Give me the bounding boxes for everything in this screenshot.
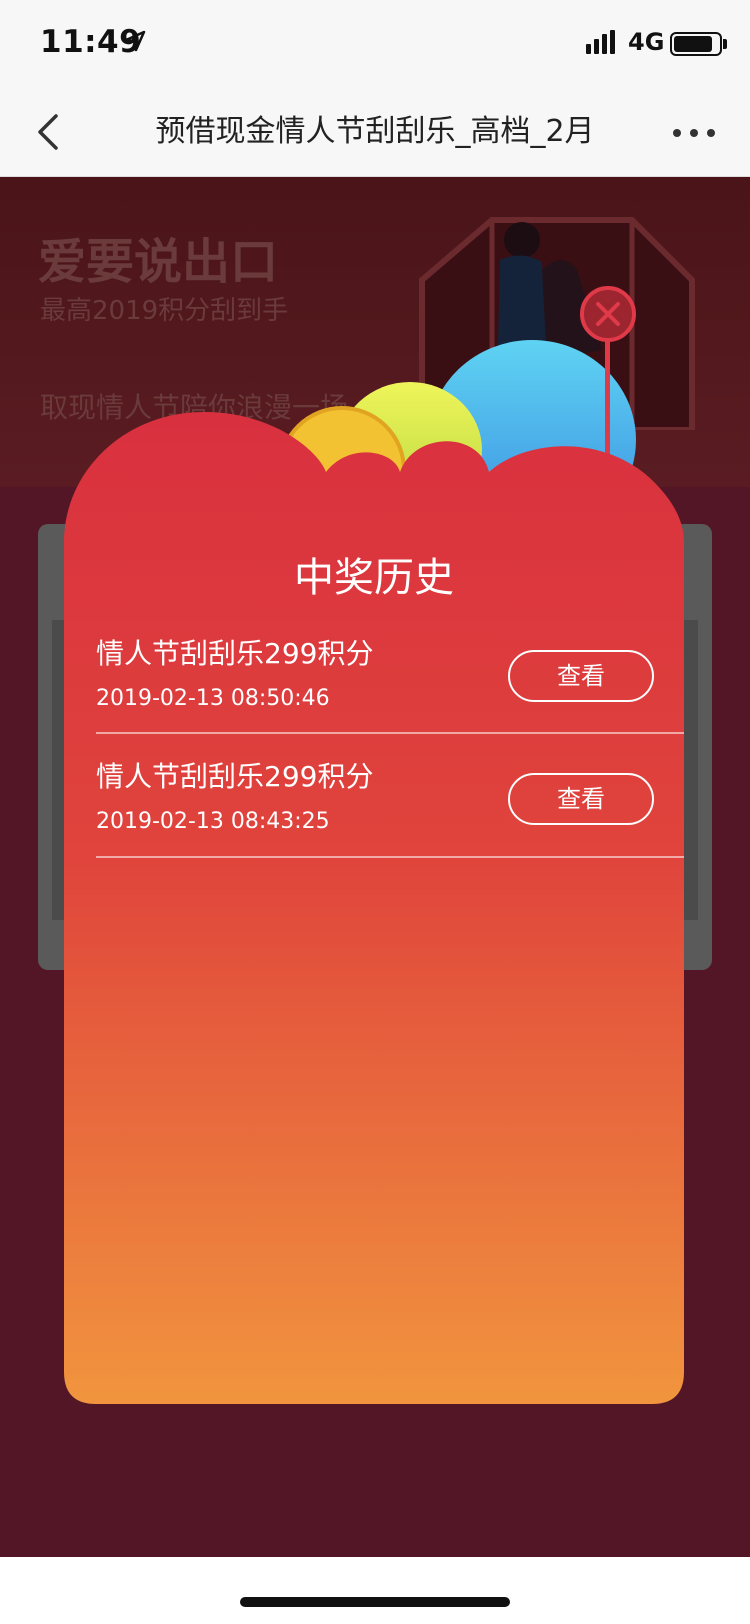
home-indicator[interactable] — [240, 1597, 510, 1607]
record-time: 2019-02-13 08:50:46 — [96, 686, 330, 711]
record-divider — [96, 732, 684, 734]
page-title: 预借现金情人节刮刮乐_高档_2月 — [155, 114, 595, 149]
close-button[interactable] — [580, 286, 636, 342]
battery-level — [674, 36, 712, 52]
close-icon — [596, 302, 620, 326]
signal-icon — [586, 30, 615, 54]
back-chevron-icon[interactable] — [34, 110, 62, 154]
record-divider — [96, 856, 684, 858]
banner-headline: 爱要说出口 — [38, 234, 279, 290]
location-arrow-icon — [124, 30, 146, 52]
banner-subline: 最高2019积分刮到手 — [40, 296, 289, 326]
battery-tip — [723, 39, 727, 49]
record-title: 情人节刮刮乐299积分 — [96, 760, 374, 793]
record-title: 情人节刮刮乐299积分 — [96, 637, 374, 670]
network-type: 4G — [628, 28, 665, 56]
home-indicator-area — [0, 1557, 750, 1624]
more-dots-icon[interactable] — [672, 128, 716, 138]
record-time: 2019-02-13 08:43:25 — [96, 809, 330, 834]
modal-title: 中奖历史 — [294, 555, 454, 601]
view-record-button[interactable]: 查看 — [508, 650, 654, 702]
view-record-button[interactable]: 查看 — [508, 773, 654, 825]
